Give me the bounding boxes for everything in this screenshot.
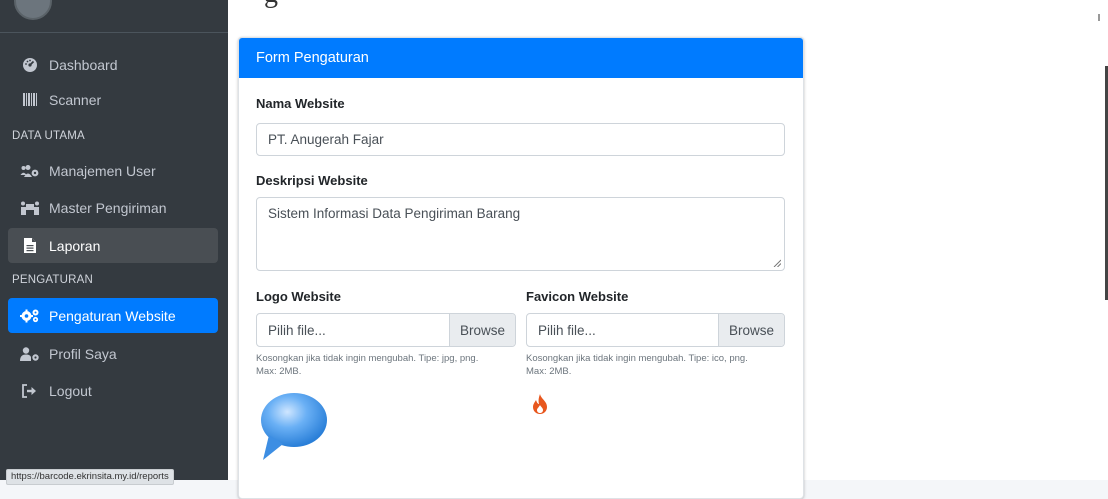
cogs-icon	[19, 308, 41, 323]
favicon-file-placeholder: Pilih file...	[538, 322, 596, 338]
logo-file-placeholder: Pilih file...	[268, 322, 326, 338]
flame-icon	[533, 394, 547, 414]
favicon-help-text: Kosongkan jika tidak ingin mengubah. Tip…	[526, 352, 788, 378]
logo-help-line-2: Max: 2MB.	[256, 366, 302, 377]
user-cog-icon	[19, 346, 41, 361]
sidebar-item-label: Scanner	[49, 91, 102, 108]
favicon-website-label: Favicon Website	[526, 289, 629, 304]
logo-website-label: Logo Website	[256, 289, 341, 304]
favicon-help-line-1: Kosongkan jika tidak ingin mengubah. Tip…	[526, 353, 748, 364]
logo-help-text: Kosongkan jika tidak ingin mengubah. Tip…	[256, 352, 518, 378]
tachometer-icon	[19, 57, 41, 73]
sidebar-item-label: Manajemen User	[49, 162, 156, 179]
sidebar-brand	[0, 0, 228, 33]
barcode-icon	[19, 93, 41, 106]
logo-file-input[interactable]: Pilih file... Browse	[256, 313, 516, 347]
page-title-area: g	[228, 0, 1108, 13]
favicon-help-line-2: Max: 2MB.	[526, 366, 572, 377]
logo-help-line-1: Kosongkan jika tidak ingin mengubah. Tip…	[256, 353, 479, 364]
people-carry-icon	[19, 201, 41, 215]
sidebar-item-scanner[interactable]: Scanner	[8, 82, 218, 117]
sidebar-item-master-pengiriman[interactable]: Master Pengiriman	[8, 190, 218, 225]
logo-browse-button[interactable]: Browse	[449, 314, 515, 346]
status-url-tooltip: https://barcode.ekrinsita.my.id/reports	[6, 469, 174, 485]
sidebar-item-label: Master Pengiriman	[49, 199, 167, 216]
sign-out-icon	[19, 383, 41, 398]
main-content: g Form Pengaturan Nama Website PT. Anuge…	[228, 0, 1108, 499]
favicon-preview-image	[532, 394, 548, 414]
card-header: Form Pengaturan	[239, 38, 803, 78]
settings-form-card: Form Pengaturan Nama Website PT. Anugera…	[238, 37, 804, 499]
sidebar-item-logout[interactable]: Logout	[8, 373, 218, 408]
nav-header-data-utama: DATA UTAMA	[12, 130, 85, 142]
sidebar-item-label: Dashboard	[49, 56, 118, 73]
deskripsi-website-value: Sistem Informasi Data Pengiriman Barang	[268, 206, 521, 221]
deskripsi-website-textarea[interactable]: Sistem Informasi Data Pengiriman Barang	[256, 197, 785, 271]
resize-grip-icon[interactable]	[773, 259, 781, 267]
nama-website-label: Nama Website	[256, 96, 345, 111]
sidebar: Dashboard Scanner DATA UTAMA Manajemen U…	[0, 0, 228, 485]
sidebar-item-label: Profil Saya	[49, 345, 117, 362]
nama-website-input[interactable]: PT. Anugerah Fajar	[256, 123, 785, 156]
brand-avatar[interactable]	[14, 0, 52, 20]
sidebar-item-dashboard[interactable]: Dashboard	[8, 47, 218, 82]
favicon-browse-button[interactable]: Browse	[718, 314, 784, 346]
sidebar-item-pengaturan-website[interactable]: Pengaturan Website	[8, 298, 218, 333]
sidebar-item-manajemen-user[interactable]: Manajemen User	[8, 153, 218, 188]
deskripsi-website-label: Deskripsi Website	[256, 173, 368, 188]
scrollbar-mark	[1098, 14, 1100, 21]
sidebar-item-label: Logout	[49, 382, 92, 399]
sidebar-item-profil-saya[interactable]: Profil Saya	[8, 336, 218, 371]
favicon-file-input[interactable]: Pilih file... Browse	[526, 313, 785, 347]
logo-preview-image	[259, 390, 329, 470]
sidebar-item-label: Laporan	[49, 237, 101, 254]
users-cog-icon	[19, 164, 41, 178]
nav-header-pengaturan: PENGATURAN	[12, 274, 94, 286]
file-icon	[19, 238, 41, 253]
card-title: Form Pengaturan	[256, 50, 369, 66]
page-title: g	[264, 0, 278, 10]
nama-website-value: PT. Anugerah Fajar	[268, 132, 384, 147]
sidebar-item-laporan[interactable]: Laporan	[8, 228, 218, 263]
sidebar-item-label: Pengaturan Website	[49, 307, 176, 324]
